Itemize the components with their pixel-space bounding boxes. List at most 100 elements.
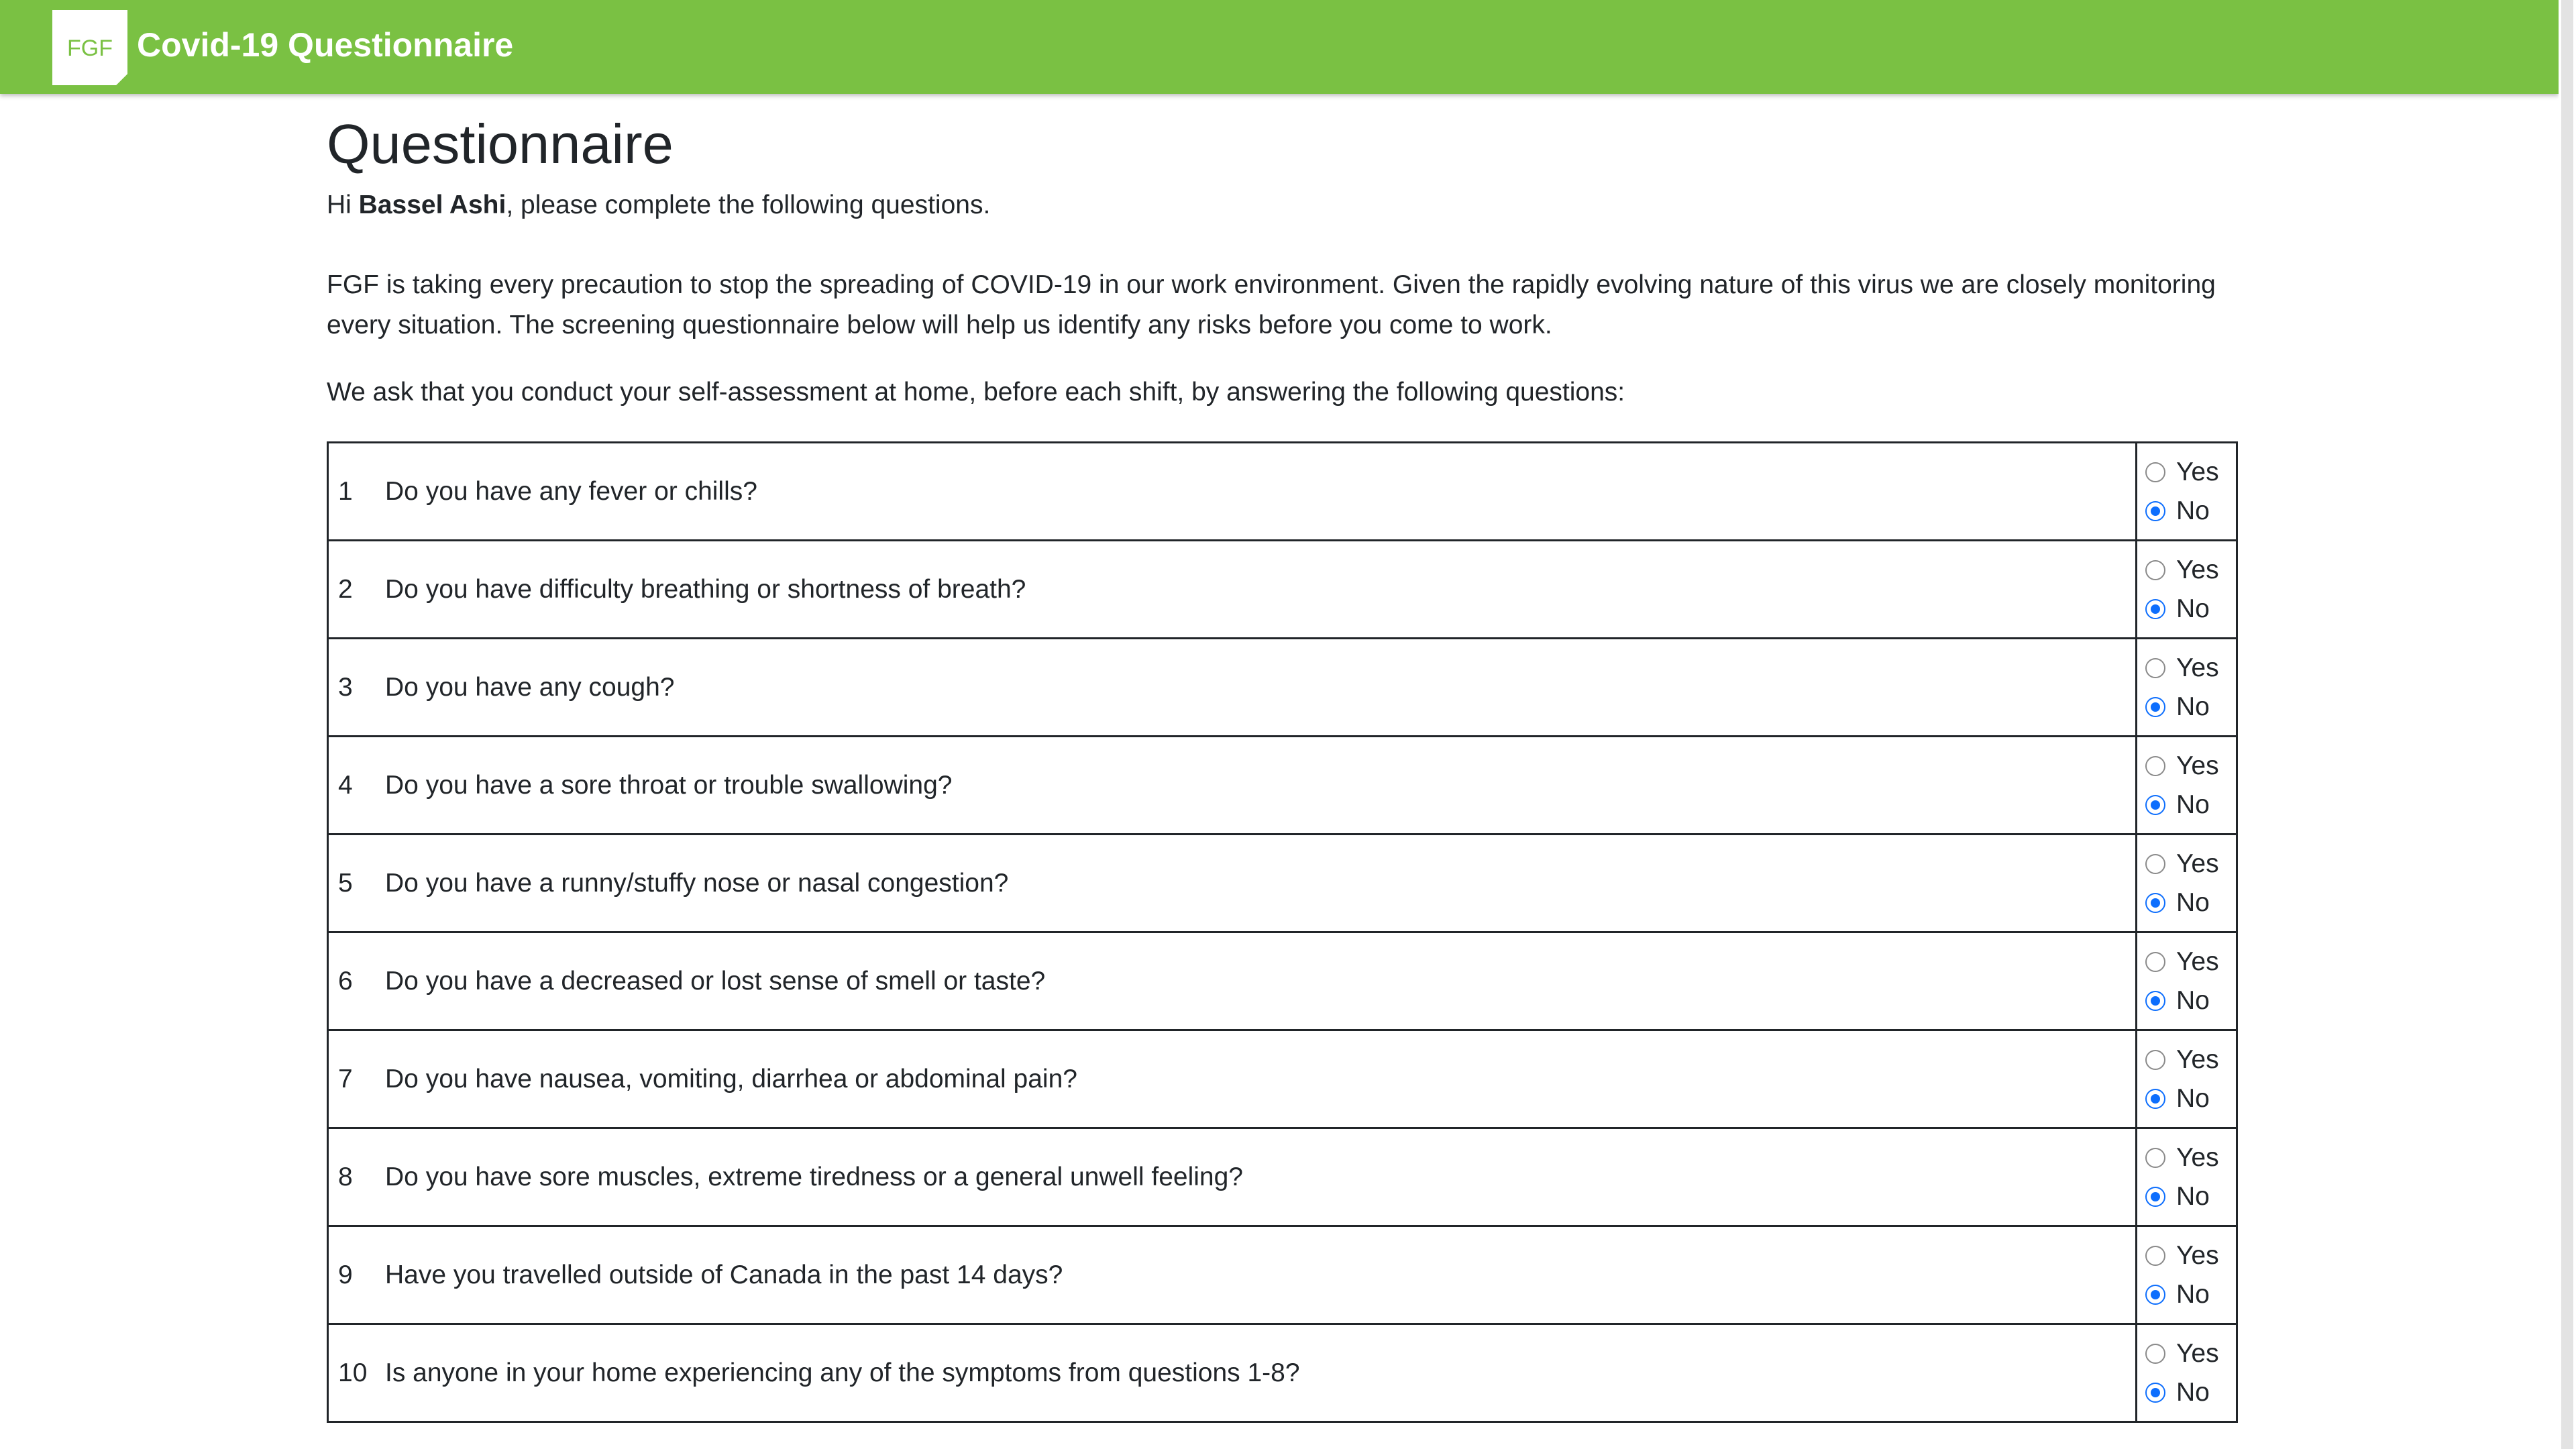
yes-option[interactable]: Yes (2145, 845, 2236, 883)
yes-label: Yes (2176, 1240, 2219, 1270)
question-row: 1 Do you have any fever or chills? Yes No (327, 441, 2238, 541)
no-radio[interactable] (2145, 990, 2165, 1011)
yes-radio[interactable] (2145, 1147, 2165, 1168)
yes-radio[interactable] (2145, 1343, 2165, 1364)
yes-radio[interactable] (2145, 853, 2165, 874)
question-row: 4 Do you have a sore throat or trouble sw… (327, 735, 2238, 835)
no-label: No (2176, 888, 2210, 917)
yes-radio[interactable] (2145, 1245, 2165, 1266)
greeting-suffix: , please complete the following question… (506, 190, 991, 219)
question-cell: 9 Have you travelled outside of Canada in… (327, 1225, 2137, 1325)
question-number: 1 (338, 476, 353, 506)
no-option[interactable]: No (2145, 492, 2236, 531)
yes-option[interactable]: Yes (2145, 943, 2236, 981)
yes-option[interactable]: Yes (2145, 1334, 2236, 1373)
yes-label: Yes (2176, 555, 2219, 584)
no-label: No (2176, 1083, 2210, 1113)
no-radio[interactable] (2145, 500, 2165, 521)
scrollbar-thumb[interactable] (2561, 0, 2573, 1449)
yes-label: Yes (2176, 457, 2219, 486)
yes-radio[interactable] (2145, 951, 2165, 972)
answer-cell: Yes No (2135, 833, 2238, 933)
question-row: 2 Do you have difficulty breathing or sho… (327, 539, 2238, 639)
main-content: Questionnaire Hi Bassel Ashi, please com… (327, 111, 2239, 413)
no-option[interactable]: No (2145, 883, 2236, 922)
no-radio[interactable] (2145, 794, 2165, 815)
yes-option[interactable]: Yes (2145, 1138, 2236, 1177)
no-label: No (2176, 1181, 2210, 1211)
answer-cell: Yes No (2135, 539, 2238, 639)
no-label: No (2176, 594, 2210, 623)
yes-option[interactable]: Yes (2145, 453, 2236, 492)
no-option[interactable]: No (2145, 981, 2236, 1020)
answer-cell: Yes No (2135, 1323, 2238, 1423)
question-row: 7 Do you have nausea, vomiting, diarrhea … (327, 1029, 2238, 1129)
no-radio[interactable] (2145, 696, 2165, 717)
logo-text: FGF (67, 36, 113, 61)
no-radio[interactable] (2145, 598, 2165, 619)
question-row: 10 Is anyone in your home experiencing an… (327, 1323, 2238, 1423)
question-text: Do you have a sore throat or trouble swa… (385, 770, 953, 800)
no-label: No (2176, 1279, 2210, 1309)
app-title: Covid-19 Questionnaire (137, 26, 514, 64)
answer-cell: Yes No (2135, 735, 2238, 835)
question-text: Do you have sore muscles, extreme tiredn… (385, 1162, 1244, 1191)
yes-option[interactable]: Yes (2145, 551, 2236, 590)
question-text: Do you have difficulty breathing or shor… (385, 574, 1026, 604)
question-row: 6 Do you have a decreased or lost sense o… (327, 931, 2238, 1031)
question-number: 5 (338, 868, 353, 898)
yes-radio[interactable] (2145, 1049, 2165, 1070)
yes-option[interactable]: Yes (2145, 747, 2236, 786)
yes-label: Yes (2176, 1142, 2219, 1172)
no-option[interactable]: No (2145, 590, 2236, 629)
yes-option[interactable]: Yes (2145, 649, 2236, 688)
instruction-paragraph: We ask that you conduct your self-assess… (327, 378, 1625, 407)
question-number: 6 (338, 966, 353, 996)
question-cell: 1 Do you have any fever or chills? (327, 441, 2137, 541)
no-option[interactable]: No (2145, 1373, 2236, 1412)
app-header: FGF Covid-19 Questionnaire (0, 0, 2559, 94)
page-title: Questionnaire (327, 113, 674, 175)
question-row: 9 Have you travelled outside of Canada in… (327, 1225, 2238, 1325)
yes-label: Yes (2176, 849, 2219, 878)
no-option[interactable]: No (2145, 688, 2236, 727)
no-label: No (2176, 985, 2210, 1015)
yes-radio[interactable] (2145, 657, 2165, 678)
question-number: 3 (338, 672, 353, 702)
question-number: 2 (338, 574, 353, 604)
no-radio[interactable] (2145, 1382, 2165, 1403)
question-text: Do you have a runny/stuffy nose or nasal… (385, 868, 1009, 898)
yes-radio[interactable] (2145, 462, 2165, 482)
yes-option[interactable]: Yes (2145, 1040, 2236, 1079)
no-option[interactable]: No (2145, 1177, 2236, 1216)
question-text: Have you travelled outside of Canada in … (385, 1260, 1063, 1289)
question-number: 7 (338, 1064, 353, 1093)
yes-radio[interactable] (2145, 755, 2165, 776)
yes-label: Yes (2176, 751, 2219, 780)
question-cell: 6 Do you have a decreased or lost sense o… (327, 931, 2137, 1031)
fgf-logo: FGF (52, 10, 127, 85)
yes-label: Yes (2176, 1044, 2219, 1074)
answer-cell: Yes No (2135, 637, 2238, 737)
answer-cell: Yes No (2135, 1225, 2238, 1325)
question-row: 3 Do you have any cough? Yes No (327, 637, 2238, 737)
no-label: No (2176, 692, 2210, 721)
question-cell: 5 Do you have a runny/stuffy nose or nasa… (327, 833, 2137, 933)
no-option[interactable]: No (2145, 1079, 2236, 1118)
no-radio[interactable] (2145, 892, 2165, 913)
no-label: No (2176, 790, 2210, 819)
question-text: Is anyone in your home experiencing any … (385, 1358, 1300, 1387)
greeting: Hi Bassel Ashi, please complete the foll… (327, 186, 2239, 225)
yes-option[interactable]: Yes (2145, 1236, 2236, 1275)
no-option[interactable]: No (2145, 1275, 2236, 1314)
no-radio[interactable] (2145, 1186, 2165, 1207)
no-radio[interactable] (2145, 1088, 2165, 1109)
yes-radio[interactable] (2145, 559, 2165, 580)
no-option[interactable]: No (2145, 786, 2236, 824)
question-row: 5 Do you have a runny/stuffy nose or nasa… (327, 833, 2238, 933)
no-label: No (2176, 496, 2210, 525)
question-number: 4 (338, 770, 353, 800)
yes-label: Yes (2176, 947, 2219, 976)
no-radio[interactable] (2145, 1284, 2165, 1305)
question-text: Do you have any cough? (385, 672, 675, 702)
